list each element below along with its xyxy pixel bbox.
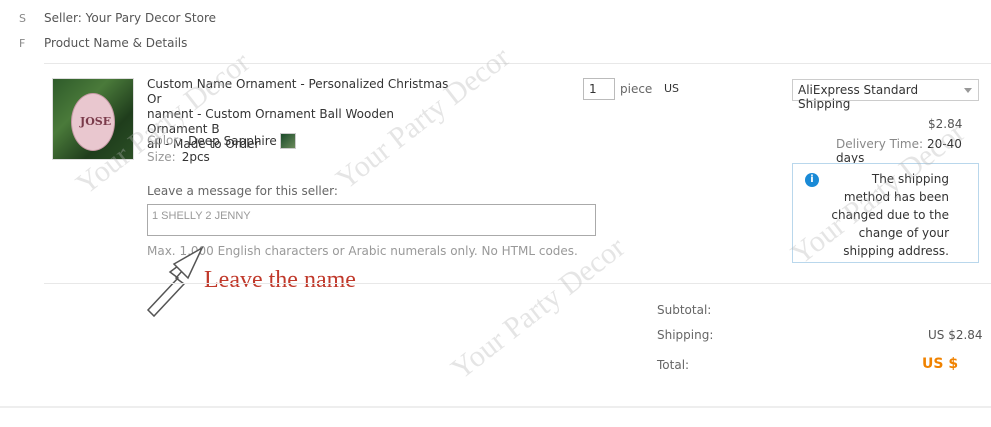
shipping-summary-label: Shipping: [657, 328, 714, 342]
delivery-label: Delivery Time: [836, 137, 924, 151]
product-thumbnail[interactable]: JOSE [52, 78, 134, 160]
shipping-notice: i The shipping method has been changed d… [792, 163, 979, 263]
item-price: US [664, 82, 680, 95]
chevron-down-icon [964, 88, 972, 93]
unit-label: piece [620, 82, 653, 96]
delivery-time: Delivery Time: 20-40 days [836, 137, 991, 165]
quantity-input[interactable]: 1 [583, 78, 615, 100]
color-swatch [279, 133, 296, 149]
annotation-text: Leave the name [204, 267, 356, 293]
divider-bottom [0, 406, 991, 408]
annotation-arrow-icon [140, 240, 210, 322]
size-label: Size: [147, 150, 176, 164]
shipping-method-select[interactable]: AliExpress Standard Shipping [792, 79, 979, 111]
color-value: Deep Sapphire [188, 133, 277, 148]
seller-name[interactable]: Seller: Your Pary Decor Store [44, 11, 216, 25]
total-label: Total: [657, 358, 690, 372]
info-icon: i [805, 173, 819, 187]
size-value: 2pcs [181, 150, 210, 164]
ornament-name-text: JOSE [80, 115, 112, 128]
edge-char-s: S [19, 12, 26, 25]
size-attribute: Size: 2pcs [147, 150, 210, 164]
shipping-summary-value: US $2.84 [928, 328, 983, 342]
seller-message-textarea[interactable]: 1 SHELLY 2 JENNY [147, 204, 596, 236]
color-attribute: Color: Deep Sapphire [147, 133, 296, 149]
divider-middle [44, 283, 991, 284]
product-title-line: Custom Name Ornament - Personalized Chri… [147, 77, 449, 106]
edge-char-f: F [19, 37, 26, 50]
color-label: Color: [147, 133, 183, 148]
shipping-price: $2.84 [928, 117, 963, 131]
ornament-image: JOSE [71, 93, 115, 151]
subtotal-label: Subtotal: [657, 303, 712, 317]
shipping-method-value: AliExpress Standard Shipping [798, 83, 919, 111]
divider-top [44, 63, 991, 64]
total-value: US $ [922, 356, 959, 372]
product-name-header: Product Name & Details [44, 36, 188, 50]
shipping-notice-text: The shipping method has been changed due… [831, 172, 949, 258]
message-hint: Max. 1,000 English characters or Arabic … [147, 244, 578, 258]
message-label: Leave a message for this seller: [147, 184, 338, 198]
